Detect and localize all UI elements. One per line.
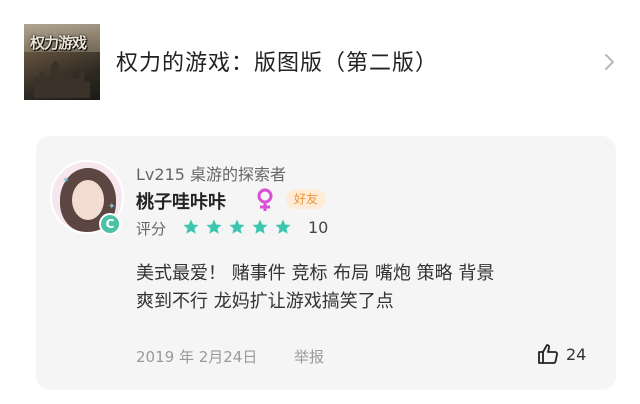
review-card: ✦ ✦ C Lv215 桌游的探索者 桃子哇咔咔 好友 评分 10 美式最爱！ … [36,136,616,390]
user-level: Lv215 桌游的探索者 [136,165,287,184]
rating-stars [182,218,292,236]
avatar-sparkle-icon: ✦ [108,202,116,212]
review-text-line: 美式最爱！ 赌事件 竞标 布局 嘴炮 策略 背景 [136,263,495,284]
rating-score: 10 [308,218,329,237]
like-button[interactable]: 24 [536,342,586,366]
friend-badge: 好友 [286,189,327,209]
review-text-line: 爽到不行 龙妈扩让游戏搞笑了点 [136,291,394,312]
review-date: 2019 年 2月24日 [136,348,258,366]
game-cover-image[interactable]: 权力游戏 [24,24,100,100]
avatar-face [72,180,104,220]
star-icon [275,219,291,234]
chevron-right-icon[interactable] [598,50,622,74]
review-text: 美式最爱！ 赌事件 竞标 布局 嘴炮 策略 背景 爽到不行 龙妈扩让游戏搞笑了点 [136,260,596,316]
game-title[interactable]: 权力的游戏：版图版（第二版） [116,45,438,77]
game-header[interactable]: 权力游戏 权力的游戏：版图版（第二版） [0,0,640,130]
star-icon [206,219,222,234]
report-link[interactable]: 举报 [294,346,324,367]
rating-label: 评分 [136,220,167,238]
star-icon [252,219,268,234]
user-level-badge: C [99,213,121,235]
username[interactable]: 桃子哇咔咔 [136,188,226,214]
cover-logo: 权力游戏 [30,34,87,52]
female-icon [257,188,273,211]
like-count: 24 [566,344,587,364]
cover-castle [34,60,90,98]
star-icon [183,219,199,234]
thumbs-up-icon[interactable] [536,342,560,366]
star-icon [229,219,245,234]
avatar-sparkle-icon: ✦ [62,176,70,186]
